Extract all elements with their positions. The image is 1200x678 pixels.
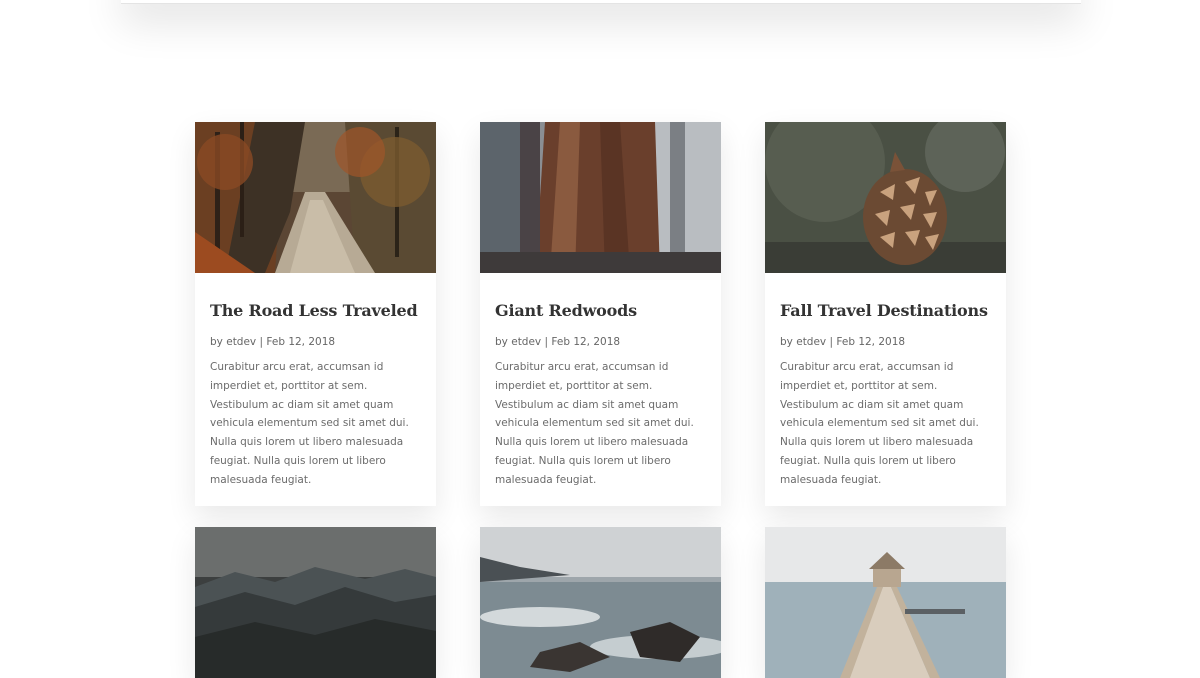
author-prefix: by bbox=[495, 336, 508, 348]
post-excerpt: Curabitur arcu erat, accumsan id imperdi… bbox=[210, 361, 409, 486]
post-excerpt: Curabitur arcu erat, accumsan id imperdi… bbox=[495, 361, 694, 486]
post-excerpt: Curabitur arcu erat, accumsan id imperdi… bbox=[780, 361, 979, 486]
blog-card bbox=[765, 527, 1006, 678]
author-link[interactable]: etdev bbox=[226, 336, 256, 348]
post-meta: by etdev | Feb 12, 2018 bbox=[495, 335, 706, 349]
meta-separator: | bbox=[544, 336, 549, 348]
post-title[interactable]: Giant Redwoods bbox=[495, 300, 706, 322]
post-image-rocky-shore[interactable] bbox=[480, 527, 721, 678]
blog-card bbox=[195, 527, 436, 678]
blog-card: Fall Travel Destinations by etdev | Feb … bbox=[765, 122, 1006, 506]
blog-card bbox=[480, 527, 721, 678]
post-date: Feb 12, 2018 bbox=[551, 336, 621, 348]
post-date: Feb 12, 2018 bbox=[266, 336, 336, 348]
post-meta: by etdev | Feb 12, 2018 bbox=[210, 335, 421, 349]
meta-separator: | bbox=[829, 336, 834, 348]
post-image-forest-road[interactable] bbox=[195, 122, 436, 273]
post-meta: by etdev | Feb 12, 2018 bbox=[780, 335, 991, 349]
author-link[interactable]: etdev bbox=[511, 336, 541, 348]
header-bar bbox=[121, 0, 1081, 4]
post-image-redwoods[interactable] bbox=[480, 122, 721, 273]
post-image-pinecone[interactable] bbox=[765, 122, 1006, 273]
post-title[interactable]: Fall Travel Destinations bbox=[780, 300, 991, 322]
blog-card: The Road Less Traveled by etdev | Feb 12… bbox=[195, 122, 436, 506]
post-title[interactable]: The Road Less Traveled bbox=[210, 300, 421, 322]
author-prefix: by bbox=[780, 336, 793, 348]
post-image-pier[interactable] bbox=[765, 527, 1006, 678]
author-prefix: by bbox=[210, 336, 223, 348]
meta-separator: | bbox=[259, 336, 264, 348]
blog-card: Giant Redwoods by etdev | Feb 12, 2018 C… bbox=[480, 122, 721, 506]
post-date: Feb 12, 2018 bbox=[836, 336, 906, 348]
author-link[interactable]: etdev bbox=[796, 336, 826, 348]
post-image-mountains[interactable] bbox=[195, 527, 436, 678]
